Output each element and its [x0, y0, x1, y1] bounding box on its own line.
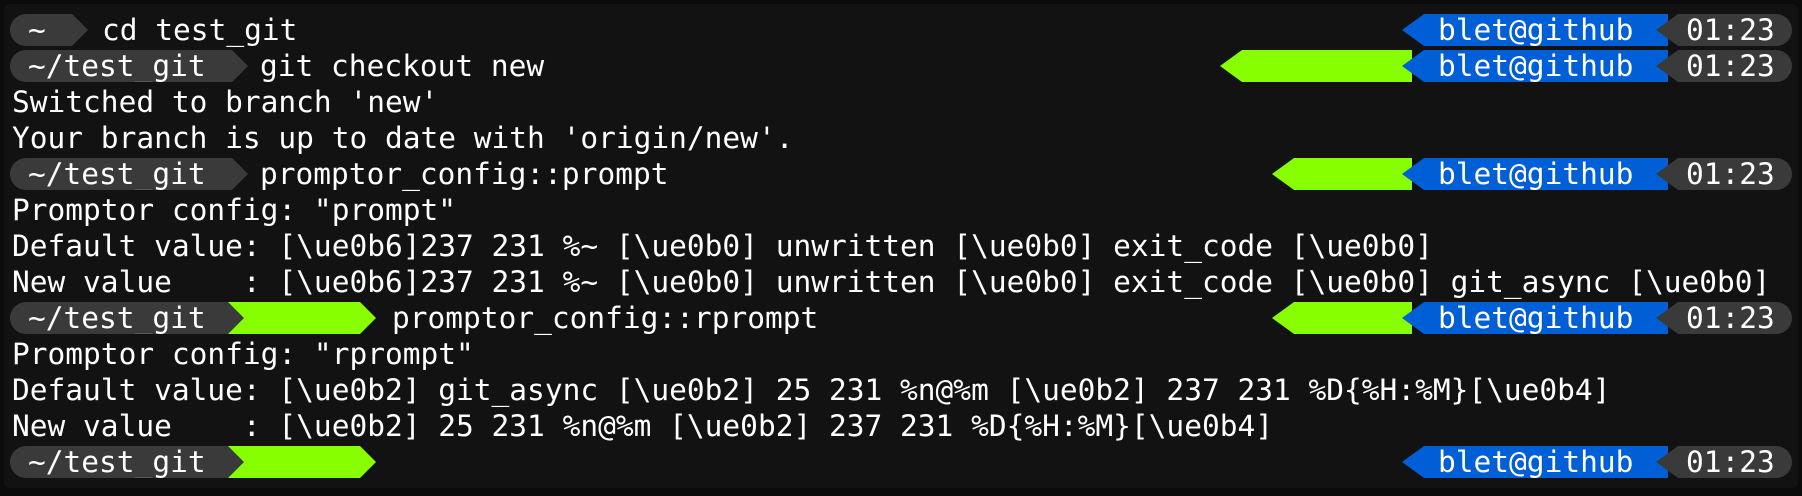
dir-segment: ~ [10, 14, 88, 46]
branch-name: new [371, 477, 424, 488]
output-line: Default value: [\ue0b6]237 231 %~ [\ue0b… [12, 229, 1433, 263]
time-segment: 01:23 [1656, 446, 1792, 478]
dir-segment: ~/test_git [10, 158, 248, 190]
prompt-line: ~ cd test_git blet@github 01:23 [4, 12, 1798, 48]
git-branch-segment: master [1220, 50, 1412, 82]
output-line: Default value: [\ue0b2] git_async [\ue0b… [12, 373, 1611, 407]
git-branch-segment: new [228, 446, 376, 478]
time-segment: 01:23 [1656, 158, 1792, 190]
user-segment: blet@github [1402, 158, 1668, 190]
command-text[interactable]: promptor_config::prompt [260, 156, 669, 192]
output-line: New value : [\ue0b6]237 231 %~ [\ue0b0] … [12, 265, 1771, 299]
time-segment: 01:23 [1656, 14, 1792, 46]
user-segment: blet@github [1402, 446, 1668, 478]
terminal-window[interactable]: ~ cd test_git blet@github 01:23 ~/test_g… [4, 4, 1798, 488]
output-line: Promptor config: "prompt" [12, 193, 457, 227]
dir-segment: ~/test_git [10, 302, 248, 334]
git-branch-icon [424, 478, 446, 488]
prompt-line: ~/test_git git checkout new master blet@… [4, 48, 1798, 84]
output-line: Your branch is up to date with 'origin/n… [12, 121, 794, 155]
command-text[interactable]: cd test_git [102, 12, 297, 48]
user-segment: blet@github [1402, 14, 1668, 46]
output-line: Switched to branch 'new' [12, 85, 439, 119]
git-branch-segment: new [1272, 158, 1412, 190]
user-segment: blet@github [1402, 302, 1668, 334]
dir-segment: ~/test_git [10, 50, 248, 82]
output-line: Promptor config: "rprompt" [12, 337, 474, 371]
prompt-line: ~/test_git new promptor_config::rprompt … [4, 300, 1798, 336]
output-line: New value : [\ue0b2] 25 231 %n@%m [\ue0b… [12, 409, 1273, 443]
time-segment: 01:23 [1656, 302, 1792, 334]
user-segment: blet@github [1402, 50, 1668, 82]
dir-segment: ~/test_git [10, 446, 248, 478]
command-text[interactable]: promptor_config::rprompt [392, 300, 818, 336]
git-branch-segment: new [1272, 302, 1412, 334]
time-segment: 01:23 [1656, 50, 1792, 82]
prompt-line: ~/test_git new blet@github 01:23 [4, 444, 1798, 480]
git-branch-segment: new [228, 302, 376, 334]
command-text[interactable]: git checkout new [260, 48, 544, 84]
prompt-line: ~/test_git promptor_config::prompt new b… [4, 156, 1798, 192]
